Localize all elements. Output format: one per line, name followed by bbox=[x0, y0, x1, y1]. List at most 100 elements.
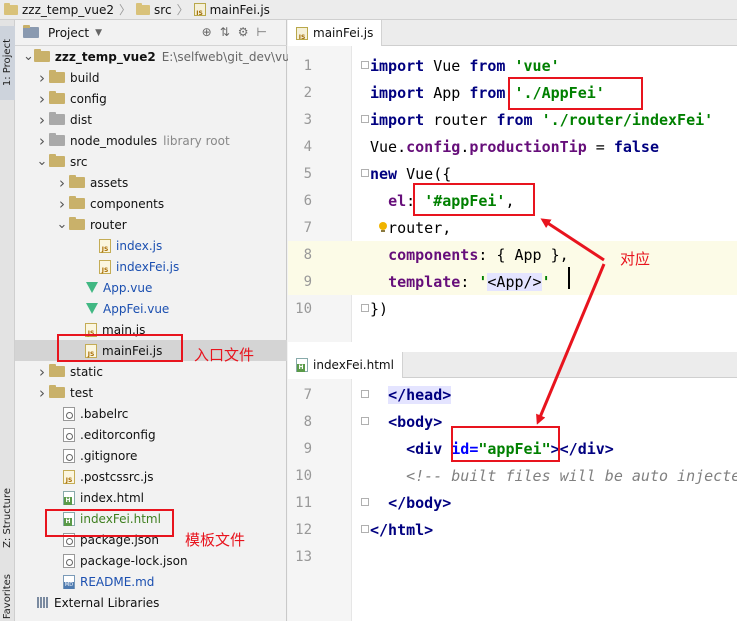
folder-icon bbox=[4, 2, 18, 15]
code-line: 1 import Vue from 'vue' bbox=[288, 52, 737, 79]
tree-item-label: indexFei.js bbox=[116, 259, 180, 274]
highlight-box-el-appfei bbox=[413, 183, 535, 216]
folder-icon bbox=[69, 196, 85, 209]
folder-icon bbox=[49, 70, 65, 83]
code-text: </html> bbox=[370, 520, 434, 539]
folder-icon bbox=[49, 91, 65, 104]
project-view-selector[interactable]: Project bbox=[48, 26, 89, 40]
chevron-right-icon[interactable]: › bbox=[35, 111, 49, 129]
config-file-icon bbox=[63, 406, 75, 421]
html-file-icon bbox=[296, 358, 308, 372]
line-number: 11 bbox=[295, 494, 312, 511]
tree-item[interactable]: › dist bbox=[15, 109, 287, 130]
chevron-down-icon[interactable]: ▼ bbox=[95, 28, 102, 38]
tree-item[interactable]: index.js bbox=[15, 235, 287, 256]
chevron-right-icon[interactable]: › bbox=[55, 195, 69, 213]
tree-item-label: .gitignore bbox=[80, 448, 138, 463]
vue-file-icon bbox=[86, 282, 98, 293]
project-path-label: E:\selfweb\git_dev\vue\ bbox=[161, 49, 302, 64]
tree-item-label: dist bbox=[70, 112, 92, 127]
chevron-down-icon[interactable]: ⌄ bbox=[23, 50, 34, 63]
breadcrumb-src[interactable]: src bbox=[136, 2, 172, 17]
tree-item[interactable]: AppFei.vue bbox=[15, 298, 287, 319]
chevron-right-icon[interactable]: › bbox=[35, 132, 49, 150]
code-text: <!-- built files will be auto injected -… bbox=[406, 466, 737, 485]
tree-item[interactable]: › test bbox=[15, 382, 287, 403]
tree-item[interactable]: › assets bbox=[15, 172, 287, 193]
tree-item-label: components bbox=[90, 196, 165, 211]
line-number: 4 bbox=[303, 138, 312, 155]
chevron-right-icon[interactable]: › bbox=[55, 174, 69, 192]
chevron-right-icon[interactable]: › bbox=[35, 90, 49, 108]
tree-item[interactable]: package-lock.json bbox=[15, 550, 287, 571]
project-tool-tab[interactable]: 1: Project bbox=[0, 26, 15, 100]
hide-icon[interactable]: ⊢ bbox=[257, 25, 267, 39]
tree-item[interactable]: .gitignore bbox=[15, 445, 287, 466]
collapse-all-icon[interactable]: ⇅ bbox=[220, 25, 230, 39]
tab-indexfei-html[interactable]: indexFei.html bbox=[288, 352, 403, 378]
tree-item[interactable]: ⌄ zzz_temp_vue2 E:\selfweb\git_dev\vue\ bbox=[15, 46, 301, 67]
tree-item-label: test bbox=[70, 385, 94, 400]
code-line: 10}) bbox=[288, 295, 737, 322]
tree-item[interactable]: indexFei.js bbox=[15, 256, 287, 277]
breadcrumb-separator: 〉 bbox=[119, 3, 132, 17]
tree-item[interactable]: index.html bbox=[15, 487, 287, 508]
folder-icon bbox=[136, 2, 151, 15]
gear-icon[interactable]: ⚙ bbox=[238, 25, 249, 39]
folder-icon bbox=[33, 49, 50, 62]
tree-item[interactable]: .postcssrc.js bbox=[15, 466, 287, 487]
tree-item[interactable]: › node_modules library root bbox=[15, 130, 287, 151]
structure-tool-tab[interactable]: Z: Structure bbox=[0, 472, 15, 564]
breadcrumb-separator: 〉 bbox=[176, 3, 189, 17]
breadcrumb-project[interactable]: zzz_temp_vue2 bbox=[4, 2, 114, 17]
tree-item[interactable]: › build bbox=[15, 67, 287, 88]
fold-marker-icon[interactable] bbox=[361, 390, 369, 398]
line-number: 3 bbox=[303, 111, 312, 128]
tree-item-label: .babelrc bbox=[80, 406, 129, 421]
tree-item[interactable]: External Libraries bbox=[15, 592, 287, 613]
chevron-right-icon[interactable]: › bbox=[35, 384, 49, 402]
folder-icon bbox=[69, 175, 85, 188]
tree-item-label: index.html bbox=[80, 490, 144, 505]
tree-item[interactable]: ⌄ src bbox=[15, 151, 287, 172]
code-line: 13 bbox=[288, 543, 737, 570]
fold-marker-icon[interactable] bbox=[361, 304, 369, 312]
chevron-right-icon[interactable]: › bbox=[35, 69, 49, 87]
tree-item-label: index.js bbox=[116, 238, 163, 253]
fold-marker-icon[interactable] bbox=[361, 498, 369, 506]
chevron-down-icon[interactable]: ⌄ bbox=[55, 218, 69, 231]
folder-icon bbox=[49, 112, 65, 125]
tree-item[interactable]: .editorconfig bbox=[15, 424, 287, 445]
chevron-right-icon[interactable]: › bbox=[35, 363, 49, 381]
fold-marker-icon[interactable] bbox=[361, 61, 369, 69]
line-number: 1 bbox=[303, 57, 312, 74]
code-line: 7 </head> bbox=[288, 381, 737, 408]
code-line: 12 </html> bbox=[288, 516, 737, 543]
breadcrumb-file[interactable]: mainFei.js bbox=[193, 3, 270, 17]
code-text: }) bbox=[370, 299, 389, 318]
highlight-box-div-id bbox=[451, 426, 560, 462]
favorites-tool-tab[interactable]: Favorites bbox=[0, 572, 15, 621]
code-editor-indexfei[interactable]: 7 </head> 8 <body> 9 <div id="appFei"></di… bbox=[288, 379, 737, 621]
locate-icon[interactable]: ⊕ bbox=[202, 25, 212, 39]
fold-marker-icon[interactable] bbox=[361, 115, 369, 123]
fold-marker-icon[interactable] bbox=[361, 525, 369, 533]
tab-mainfei-js[interactable]: mainFei.js bbox=[288, 20, 383, 46]
fold-marker-icon[interactable] bbox=[361, 169, 369, 177]
tree-item[interactable]: ⌄ router bbox=[15, 214, 287, 235]
tree-item[interactable]: App.vue bbox=[15, 277, 287, 298]
tree-item[interactable]: .babelrc bbox=[15, 403, 287, 424]
chevron-down-icon[interactable]: ⌄ bbox=[35, 155, 49, 168]
lightbulb-icon[interactable] bbox=[379, 222, 387, 232]
tool-window-strip: 1: Project Z: Structure Favorites bbox=[0, 20, 15, 621]
tree-item[interactable]: › components bbox=[15, 193, 287, 214]
tree-item[interactable]: › config bbox=[15, 88, 287, 109]
tree-item-label: .editorconfig bbox=[80, 427, 156, 442]
highlight-box-appfei-import bbox=[508, 77, 643, 110]
tree-item[interactable]: README.md bbox=[15, 571, 287, 592]
code-line: 4 Vue.config.productionTip = false bbox=[288, 133, 737, 160]
code-line: 9 template: '<App/>' bbox=[288, 268, 737, 295]
fold-marker-icon[interactable] bbox=[361, 417, 369, 425]
js-file-icon bbox=[296, 26, 308, 40]
line-number: 9 bbox=[303, 440, 312, 457]
